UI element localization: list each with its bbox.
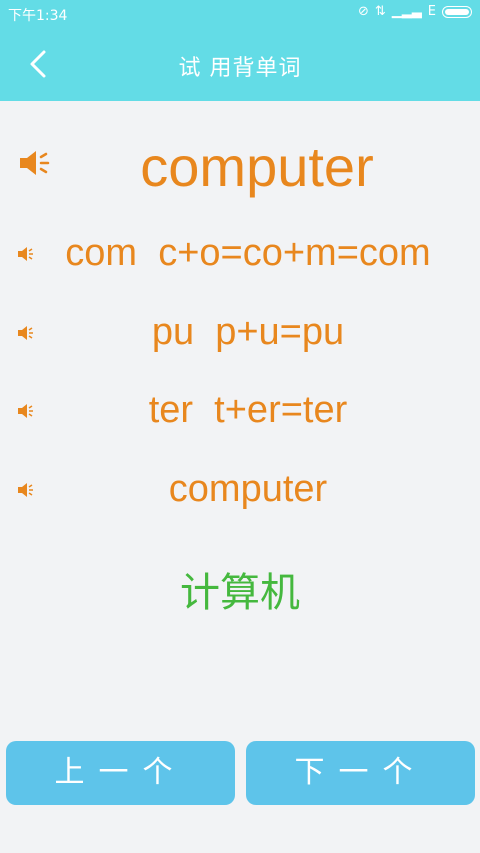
status-icons: ⊘ ⇅ ▁▂▃ E [358,4,472,19]
main-word-text: computer [140,135,374,198]
syllable-row: ter t+er=ter [0,389,480,439]
syllable-row: computer [0,468,480,518]
network-type: E [427,4,436,19]
status-bar: 下午1:34 ⊘ ⇅ ▁▂▃ E [0,0,480,28]
syllable-text: computer [168,468,328,510]
data-transfer-icon: ⇅ [374,4,386,19]
sync-off-icon: ⊘ [357,4,369,19]
syllable-text: ter t+er=ter [148,389,348,431]
next-button[interactable]: 下一个 [246,741,475,805]
word-meaning: 计算机 [180,570,300,616]
previous-button[interactable]: 上一个 [6,741,235,805]
main-word-row: computer [0,130,480,200]
syllable-row: pu p+u=pu [0,311,480,361]
page-title: 试 用背单词 [178,56,302,81]
status-time: 下午1:34 [8,8,68,24]
syllable-text: pu p+u=pu [151,311,345,353]
battery-icon [442,5,472,18]
signal-icon: ▁▂▃ [391,4,422,19]
syllable-row: com c+o=co+m=com [0,232,480,282]
title-bar: 试 用背单词 [0,28,480,101]
syllable-text: com c+o=co+m=com [65,232,431,274]
